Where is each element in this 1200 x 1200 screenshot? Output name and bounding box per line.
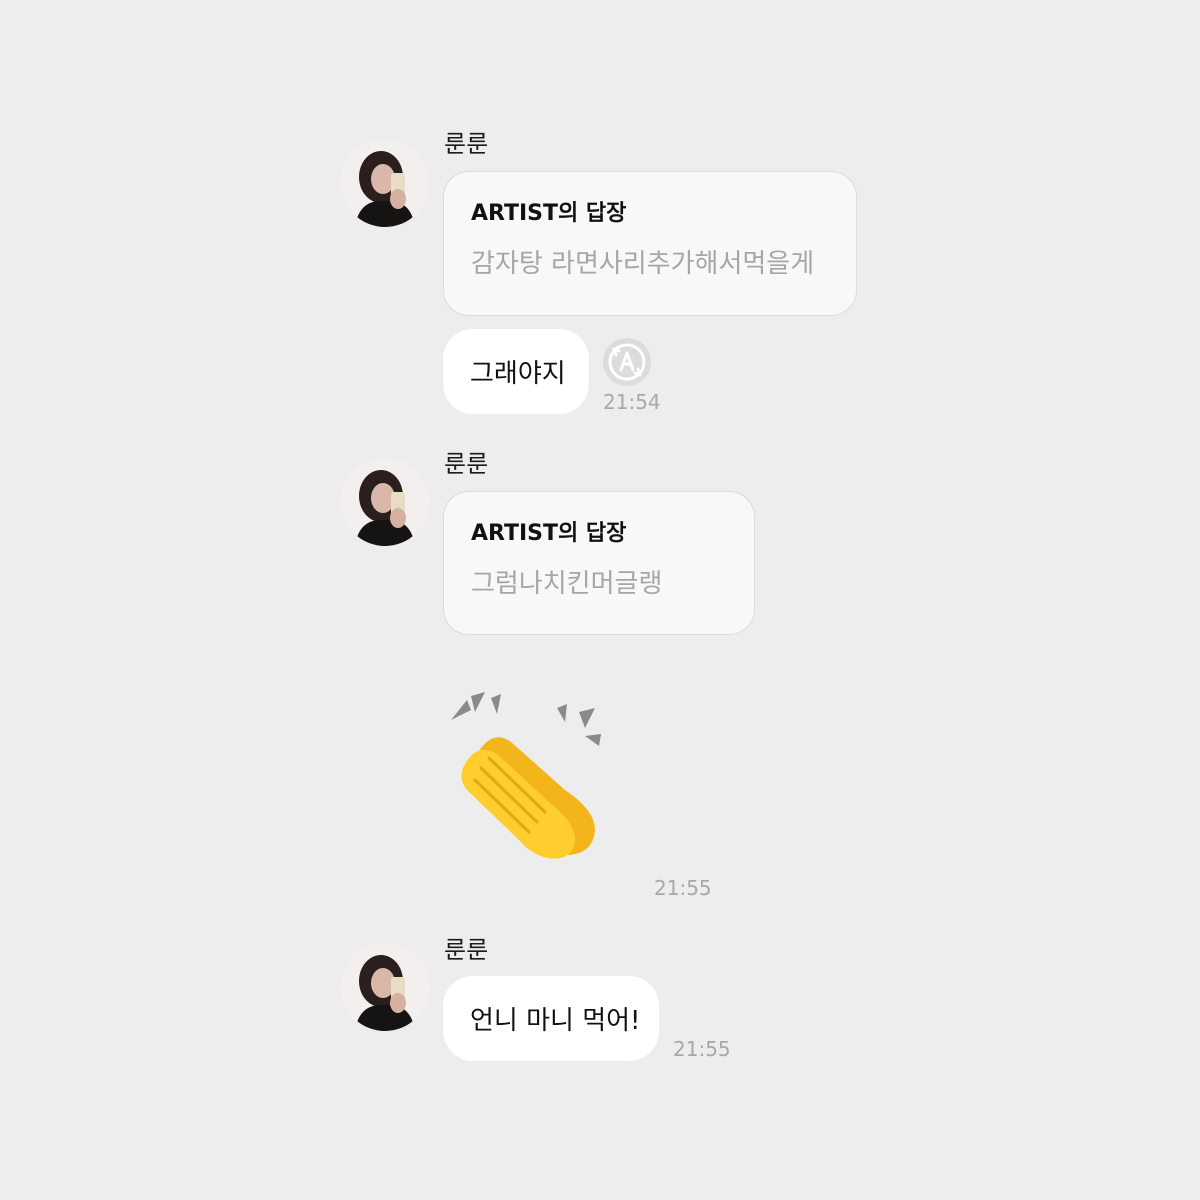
sender-name: 룬룬 (444, 130, 489, 158)
clapping-hands-emoji[interactable] (445, 690, 615, 865)
reply-text: 그럼나치킨머글랭 (471, 569, 663, 599)
reply-text: 감자탕 라면사리추가해서먹을게 (471, 249, 815, 279)
timestamp: 21:55 (673, 1037, 731, 1061)
reply-header: ARTIST의 답장 (471, 521, 627, 546)
message-bubble[interactable]: 그래야지 (443, 329, 589, 414)
reply-header: ARTIST의 답장 (471, 201, 627, 226)
timestamp: 21:54 (603, 390, 661, 414)
sender-name: 룬룬 (444, 450, 489, 478)
avatar[interactable] (341, 458, 429, 546)
avatar[interactable] (341, 943, 429, 1031)
message-text: 그래야지 (470, 359, 566, 389)
artist-reply-bubble[interactable]: ARTIST의 답장 그럼나치킨머글랭 (443, 491, 755, 635)
sender-name: 룬룬 (444, 936, 489, 964)
timestamp: 21:55 (654, 876, 712, 900)
artist-reply-bubble[interactable]: ARTIST의 답장 감자탕 라면사리추가해서먹을게 (443, 171, 857, 316)
message-bubble[interactable]: 언니 마니 먹어! (443, 976, 659, 1061)
message-text: 언니 마니 먹어! (470, 1006, 641, 1036)
avatar[interactable] (341, 139, 429, 227)
translate-icon[interactable] (602, 337, 652, 387)
